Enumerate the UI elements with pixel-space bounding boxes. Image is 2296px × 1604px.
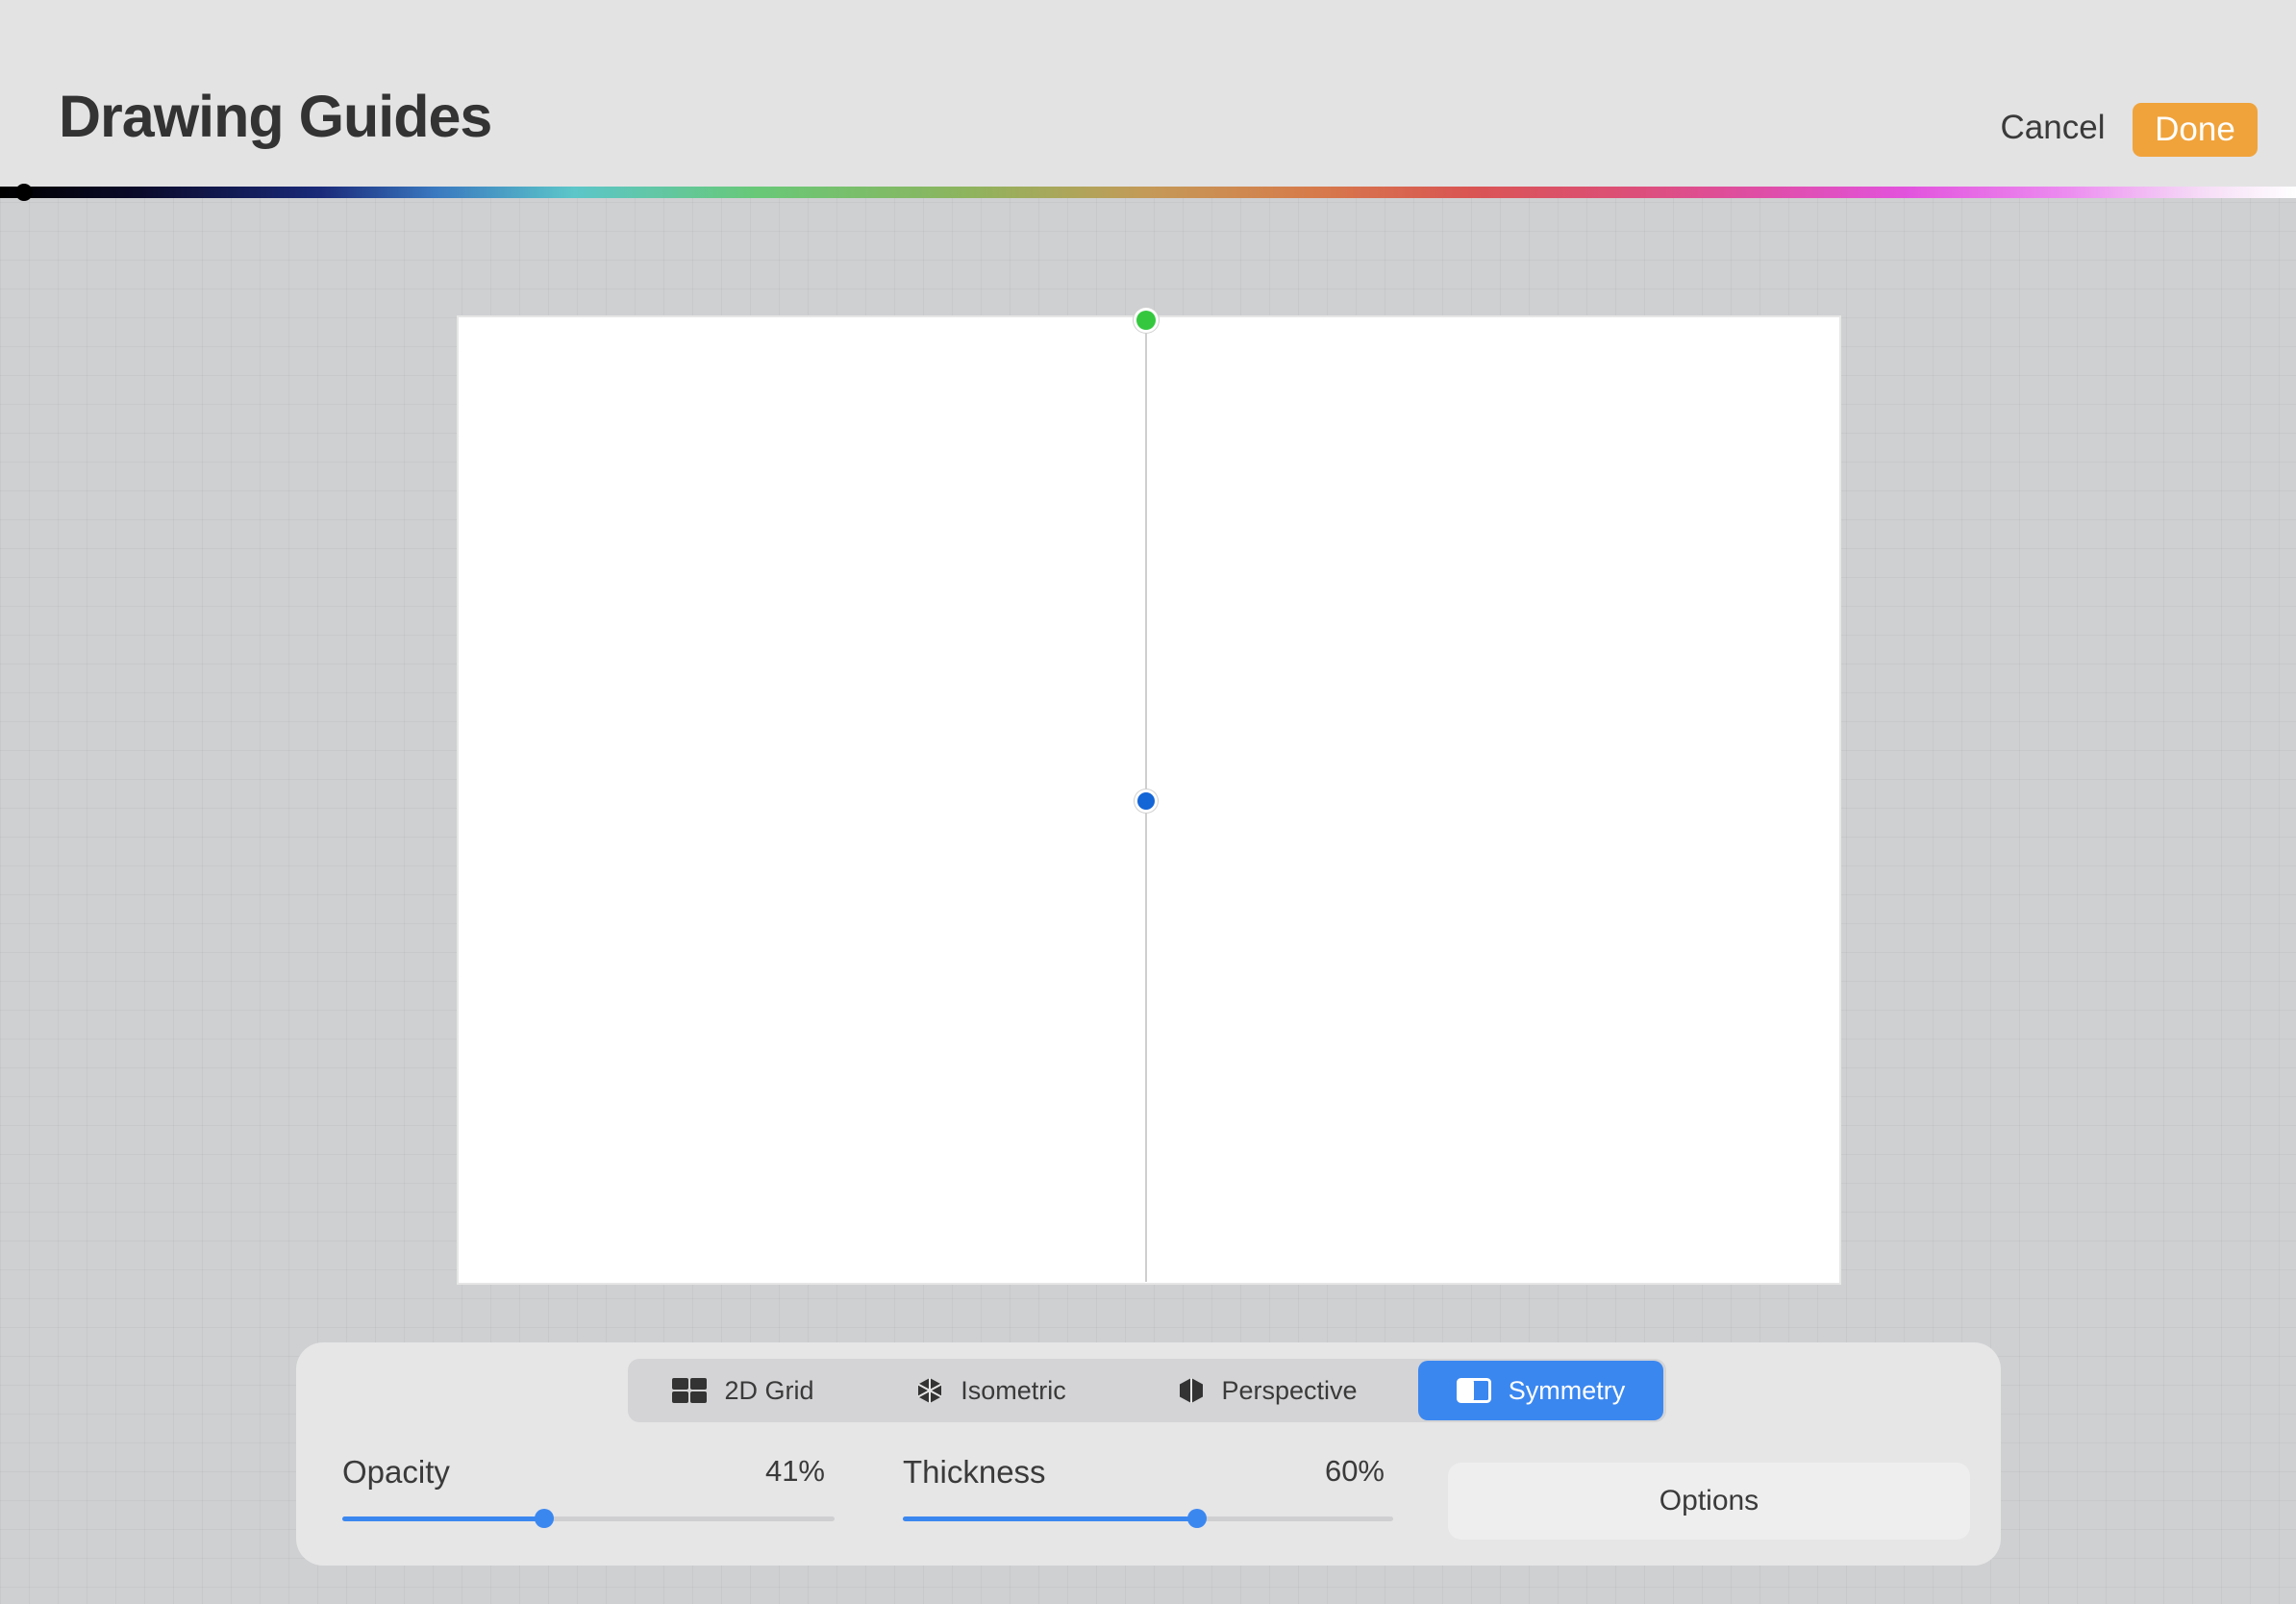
- opacity-label: Opacity: [342, 1454, 450, 1490]
- done-button[interactable]: Done: [2133, 103, 2258, 157]
- hexagon-icon: [1179, 1377, 1204, 1404]
- thickness-value: 60%: [1324, 1454, 1385, 1488]
- options-button[interactable]: Options: [1448, 1463, 1970, 1540]
- tab-perspective[interactable]: Perspective: [1129, 1361, 1408, 1420]
- guide-color-handle[interactable]: [15, 184, 33, 201]
- center-move-handle[interactable]: [1137, 792, 1155, 810]
- tab-symmetry[interactable]: Symmetry: [1418, 1361, 1663, 1420]
- tab-2d-grid[interactable]: 2D Grid: [633, 1361, 854, 1420]
- rotation-handle[interactable]: [1136, 311, 1156, 330]
- guide-color-slider[interactable]: [0, 187, 2296, 198]
- thickness-label: Thickness: [903, 1454, 1046, 1490]
- thickness-slider-thumb[interactable]: [1187, 1509, 1207, 1528]
- opacity-slider-thumb[interactable]: [534, 1509, 554, 1528]
- thickness-slider[interactable]: [903, 1509, 1393, 1528]
- header-bar: Drawing Guides Cancel Done: [0, 0, 2296, 188]
- symmetry-icon: [1456, 1378, 1491, 1403]
- grid-icon: [672, 1378, 708, 1403]
- cube-icon: [916, 1377, 943, 1404]
- thickness-slider-fill: [903, 1516, 1197, 1521]
- page-title: Drawing Guides: [59, 84, 492, 149]
- tab-perspective-label: Perspective: [1221, 1375, 1358, 1405]
- opacity-slider-fill: [342, 1516, 544, 1521]
- opacity-slider[interactable]: [342, 1509, 835, 1528]
- tab-symmetry-label: Symmetry: [1508, 1375, 1626, 1405]
- opacity-value: 41%: [764, 1454, 825, 1488]
- tab-2d-grid-label: 2D Grid: [724, 1375, 814, 1405]
- tab-isometric-label: Isometric: [961, 1375, 1066, 1405]
- cancel-button[interactable]: Cancel: [1981, 102, 2125, 154]
- tab-isometric[interactable]: Isometric: [861, 1361, 1121, 1420]
